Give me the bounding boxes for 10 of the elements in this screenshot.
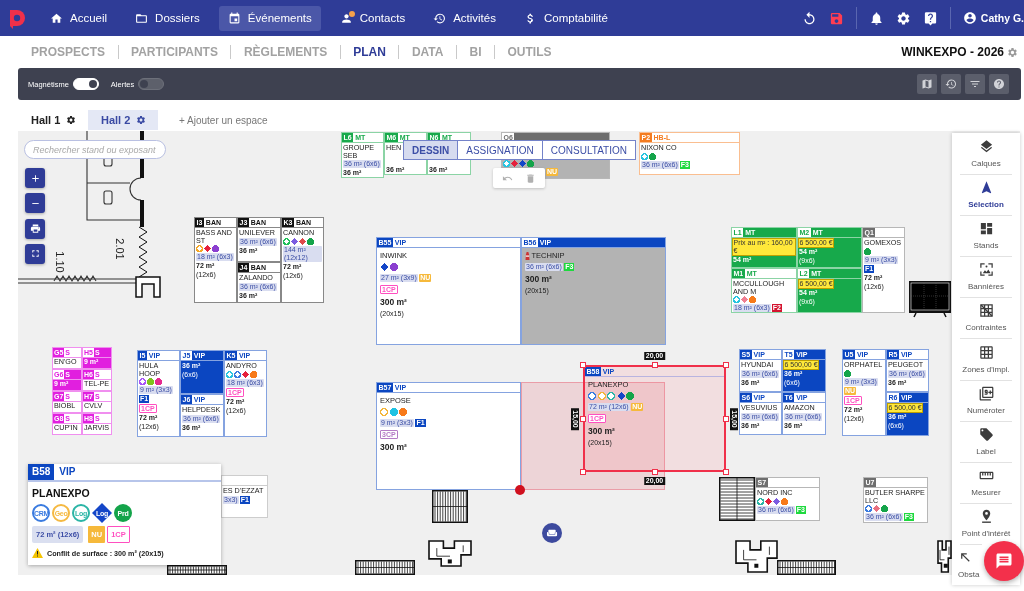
dimension-label: 2.01: [114, 238, 126, 260]
exhibitor-name: PLANEXPO: [32, 487, 90, 500]
stand-area: 300 m²: [588, 426, 615, 436]
dimension-label: 1.10: [54, 251, 66, 273]
stand-number: B58: [28, 464, 55, 480]
event-title: WINKEXPO - 2026: [901, 45, 1004, 59]
stand-area: 300 m²: [380, 297, 407, 307]
stand-area: 300 m²: [380, 442, 407, 452]
stand-area: 300 m²: [525, 274, 552, 284]
stand-category: VIP: [58, 465, 77, 479]
